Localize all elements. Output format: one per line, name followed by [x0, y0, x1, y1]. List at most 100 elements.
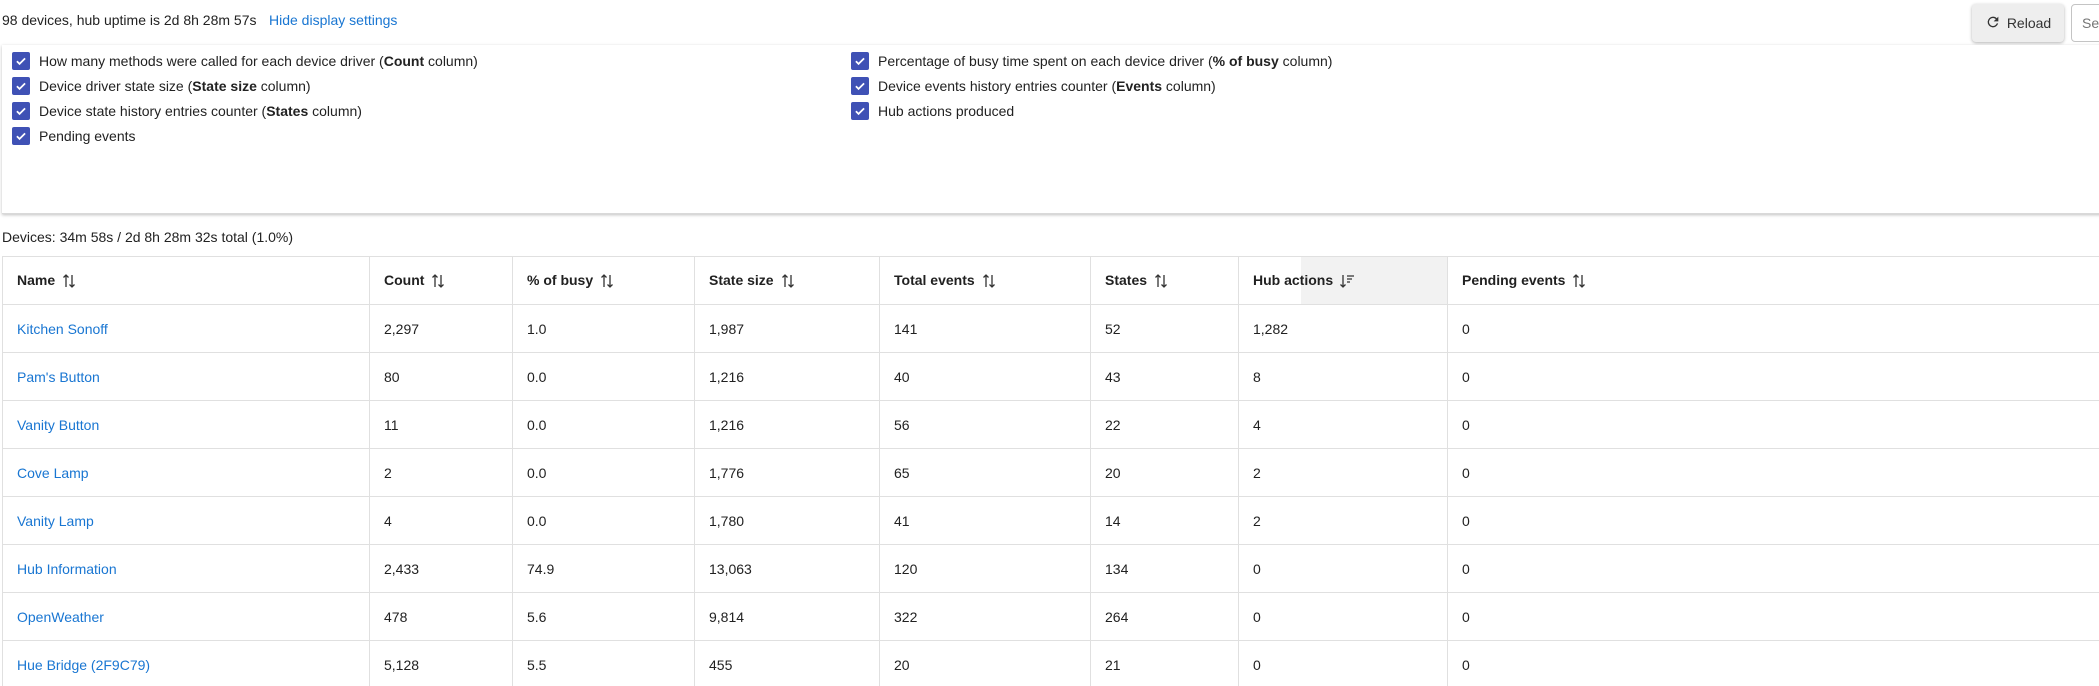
column-header-name[interactable]: Name [3, 257, 370, 305]
table-row: Hub Information2,43374.913,06312013400 [3, 545, 2099, 593]
setting-label-text: Hub actions produced [878, 103, 1014, 119]
setting-label-text: Device driver state size ( [39, 78, 192, 94]
column-header-hub-actions[interactable]: Hub actions [1239, 257, 1448, 305]
sort-icon[interactable] [430, 272, 446, 289]
setting-option-left-2[interactable]: Device state history entries counter (St… [12, 102, 362, 120]
sort-icon[interactable] [1571, 272, 1587, 289]
table-cell: 1,987 [695, 305, 880, 353]
device-name-link[interactable]: Kitchen Sonoff [17, 321, 108, 337]
setting-option-right-1[interactable]: Device events history entries counter (E… [851, 77, 1216, 95]
table-cell: 264 [1091, 593, 1239, 641]
setting-label-suffix: column) [1279, 53, 1333, 69]
table-row: Pam's Button800.01,216404380 [3, 353, 2099, 401]
table-cell: 9,814 [695, 593, 880, 641]
table-cell: 0 [1448, 401, 2099, 449]
hide-display-settings-link[interactable]: Hide display settings [269, 12, 397, 28]
setting-label-suffix: column) [424, 53, 478, 69]
setting-label-suffix: column) [308, 103, 362, 119]
device-name-link[interactable]: Hue Bridge (2F9C79) [17, 657, 150, 673]
checkbox-checked-icon[interactable] [851, 77, 869, 95]
checkbox-checked-icon[interactable] [12, 102, 30, 120]
setting-option-label: Device state history entries counter (St… [39, 103, 362, 119]
table-cell: 13,063 [695, 545, 880, 593]
column-header-of-busy[interactable]: % of busy [513, 257, 695, 305]
checkbox-checked-icon[interactable] [12, 77, 30, 95]
setting-option-label: Hub actions produced [878, 103, 1014, 119]
checkbox-checked-icon[interactable] [12, 127, 30, 145]
table-cell: 0 [1448, 593, 2099, 641]
checkbox-checked-icon[interactable] [851, 102, 869, 120]
table-row: Kitchen Sonoff2,2971.01,987141521,2820 [3, 305, 2099, 353]
table-cell: 8 [1239, 353, 1448, 401]
setting-option-label: Percentage of busy time spent on each de… [878, 53, 1332, 69]
table-cell: 0 [1448, 497, 2099, 545]
table-cell: 43 [1091, 353, 1239, 401]
checkbox-checked-icon[interactable] [12, 52, 30, 70]
column-header-pending-events[interactable]: Pending events [1448, 257, 2099, 305]
setting-option-left-3[interactable]: Pending events [12, 127, 136, 145]
table-cell: 0 [1239, 593, 1448, 641]
table-cell: 74.9 [513, 545, 695, 593]
device-name-link[interactable]: OpenWeather [17, 609, 104, 625]
table-cell: 0 [1448, 305, 2099, 353]
table-cell: 0 [1239, 545, 1448, 593]
reload-label: Reload [2007, 15, 2051, 31]
device-name-link[interactable]: Vanity Lamp [17, 513, 94, 529]
sort-icon[interactable] [61, 272, 77, 289]
device-name-link[interactable]: Pam's Button [17, 369, 100, 385]
setting-option-left-1[interactable]: Device driver state size (State size col… [12, 77, 311, 95]
display-settings-panel: How many methods were called for each de… [2, 45, 2099, 214]
setting-label-suffix: column) [1162, 78, 1216, 94]
setting-option-right-2[interactable]: Hub actions produced [851, 102, 1014, 120]
reload-button[interactable]: Reload [1972, 4, 2064, 42]
column-header-label: Pending events [1462, 272, 1565, 288]
table-cell: Hue Bridge (2F9C79) [3, 641, 370, 686]
search-input[interactable] [2071, 4, 2099, 42]
table-cell: 5.5 [513, 641, 695, 686]
table-cell: 2 [370, 449, 513, 497]
table-cell: 1.0 [513, 305, 695, 353]
table-cell: 1,216 [695, 353, 880, 401]
column-header-state-size[interactable]: State size [695, 257, 880, 305]
table-header-row: Name Count % of busy State size Total events… [3, 257, 2099, 305]
device-name-link[interactable]: Hub Information [17, 561, 117, 577]
sort-descending-icon[interactable] [1339, 272, 1355, 289]
setting-option-label: How many methods were called for each de… [39, 53, 478, 69]
table-cell: 1,282 [1239, 305, 1448, 353]
table-cell: 41 [880, 497, 1091, 545]
column-header-total-events[interactable]: Total events [880, 257, 1091, 305]
setting-option-left-0[interactable]: How many methods were called for each de… [12, 52, 478, 70]
column-header-label: Count [384, 272, 424, 288]
table-cell: 2,297 [370, 305, 513, 353]
table-cell: 52 [1091, 305, 1239, 353]
table-cell: 1,780 [695, 497, 880, 545]
checkbox-checked-icon[interactable] [851, 52, 869, 70]
sort-icon[interactable] [981, 272, 997, 289]
device-name-link[interactable]: Vanity Button [17, 417, 99, 433]
sort-icon[interactable] [599, 272, 615, 289]
table-cell: Vanity Lamp [3, 497, 370, 545]
column-header-label: State size [709, 272, 774, 288]
sort-icon[interactable] [780, 272, 796, 289]
table-cell: 22 [1091, 401, 1239, 449]
device-name-link[interactable]: Cove Lamp [17, 465, 89, 481]
table-row: Vanity Button110.01,216562240 [3, 401, 2099, 449]
table-cell: 4 [1239, 401, 1448, 449]
setting-option-right-0[interactable]: Percentage of busy time spent on each de… [851, 52, 1332, 70]
table-cell: 1,776 [695, 449, 880, 497]
table-row: OpenWeather4785.69,81432226400 [3, 593, 2099, 641]
table-cell: 20 [880, 641, 1091, 686]
table-cell: 80 [370, 353, 513, 401]
table-cell: OpenWeather [3, 593, 370, 641]
table-cell: Hub Information [3, 545, 370, 593]
table-cell: 20 [1091, 449, 1239, 497]
table-cell: 2 [1239, 449, 1448, 497]
table-cell: 0 [1448, 545, 2099, 593]
setting-label-column-name: Count [384, 53, 424, 69]
column-header-count[interactable]: Count [370, 257, 513, 305]
table-cell: 322 [880, 593, 1091, 641]
sort-icon[interactable] [1153, 272, 1169, 289]
column-header-label: Hub actions [1253, 272, 1333, 288]
column-header-states[interactable]: States [1091, 257, 1239, 305]
table-cell: 56 [880, 401, 1091, 449]
